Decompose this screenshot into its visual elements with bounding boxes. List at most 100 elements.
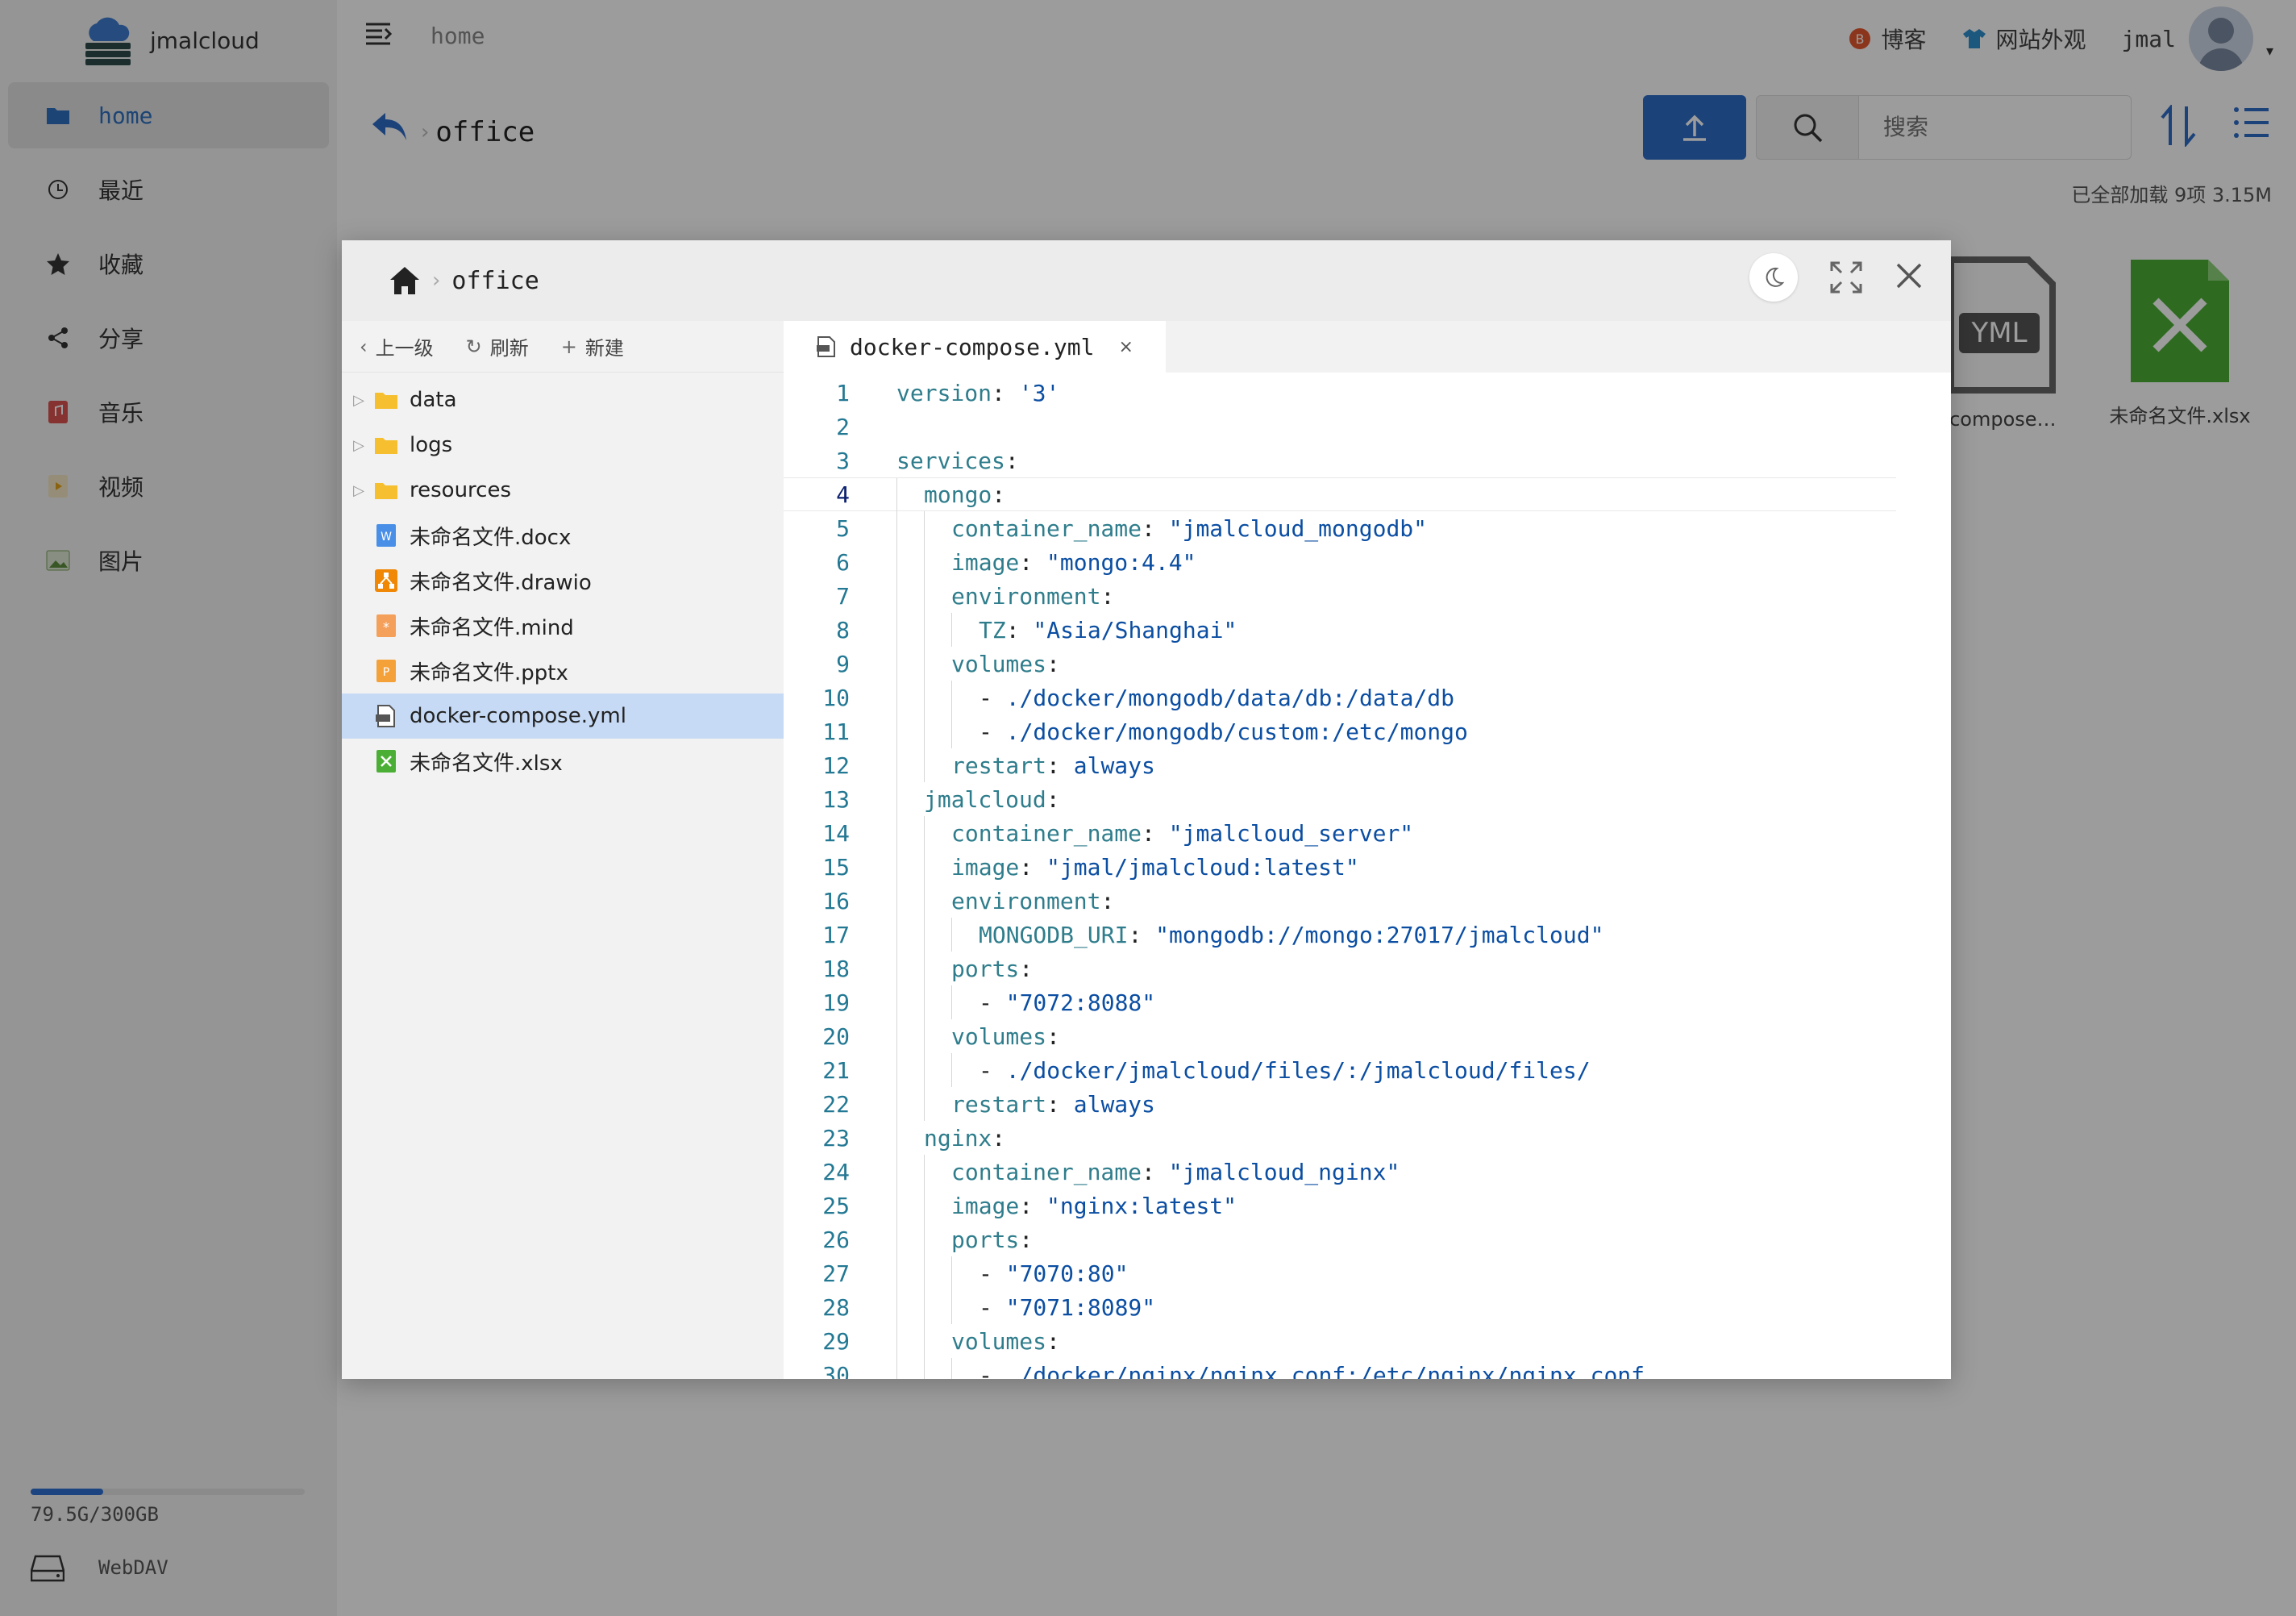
tree-item-label: docker-compose.yml bbox=[410, 704, 626, 728]
indent-guide bbox=[924, 714, 925, 748]
code-line[interactable]: 18 ports: bbox=[784, 952, 1896, 985]
code-line[interactable]: 23 nginx: bbox=[784, 1121, 1896, 1155]
line-number: 5 bbox=[836, 514, 850, 542]
code-text: nginx: bbox=[924, 1124, 1006, 1152]
go-up-label: 上一级 bbox=[375, 337, 434, 360]
code-text: jmalcloud: bbox=[924, 785, 1060, 813]
code-line[interactable]: 16 environment: bbox=[784, 884, 1896, 918]
line-number: 21 bbox=[822, 1056, 850, 1084]
tree-item-folder[interactable]: ▷ resources bbox=[342, 468, 784, 513]
indent-guide bbox=[896, 1324, 897, 1358]
caret-right-icon[interactable]: ▷ bbox=[342, 482, 371, 499]
code-line[interactable]: 13 jmalcloud: bbox=[784, 782, 1896, 816]
caret-right-icon[interactable]: ▷ bbox=[342, 392, 371, 409]
line-number: 4 bbox=[836, 481, 850, 508]
code-text: - ./docker/jmalcloud/files/:/jmalcloud/f… bbox=[979, 1056, 1591, 1084]
indent-guide bbox=[896, 714, 897, 748]
code-text: image: "mongo:4.4" bbox=[951, 548, 1196, 576]
indent-guide bbox=[924, 1087, 925, 1121]
code-line[interactable]: 26 ports: bbox=[784, 1222, 1896, 1256]
xlsx-file-icon bbox=[371, 749, 401, 773]
tree-item-docx[interactable]: W 未命名文件.docx bbox=[342, 513, 784, 558]
indent-guide bbox=[896, 1358, 897, 1379]
code-line[interactable]: 3 services: bbox=[784, 444, 1896, 477]
indent-guide bbox=[896, 1189, 897, 1222]
tree-item-folder[interactable]: ▷ logs bbox=[342, 423, 784, 468]
theme-toggle-button[interactable] bbox=[1749, 253, 1798, 302]
dialog-header: › office bbox=[342, 240, 1951, 321]
code-line[interactable]: 15 image: "jmal/jmalcloud:latest" bbox=[784, 850, 1896, 884]
indent-guide bbox=[924, 816, 925, 850]
code-line[interactable]: 5 container_name: "jmalcloud_mongodb" bbox=[784, 511, 1896, 545]
code-text: MONGODB_URI: "mongodb://mongo:27017/jmal… bbox=[979, 921, 1604, 948]
code-editor: docker-compose.yml × 1 version: '3' 2 3 serv… bbox=[784, 321, 1951, 1379]
indent-guide bbox=[896, 478, 897, 512]
indent-guide bbox=[896, 545, 897, 579]
code-line[interactable]: 17 MONGODB_URI: "mongodb://mongo:27017/jm… bbox=[784, 918, 1896, 952]
indent-guide bbox=[896, 1053, 897, 1087]
code-line[interactable]: 28 - "7071:8089" bbox=[784, 1290, 1896, 1324]
caret-right-icon[interactable]: ▷ bbox=[342, 437, 371, 454]
code-text: image: "jmal/jmalcloud:latest" bbox=[951, 853, 1359, 881]
refresh-button[interactable]: ↻ 刷新 bbox=[466, 332, 529, 360]
drawio-file-icon bbox=[371, 569, 401, 593]
line-number: 16 bbox=[822, 887, 850, 914]
code-line[interactable]: 19 - "7072:8088" bbox=[784, 985, 1896, 1019]
indent-guide bbox=[951, 1290, 952, 1324]
svg-text:*: * bbox=[383, 619, 389, 635]
tab-docker-compose[interactable]: docker-compose.yml × bbox=[784, 321, 1166, 373]
tree-item-mind[interactable]: * 未命名文件.mind bbox=[342, 603, 784, 648]
code-line[interactable]: 22 restart: always bbox=[784, 1087, 1896, 1121]
indent-guide bbox=[896, 647, 897, 681]
code-line[interactable]: 30 - ./docker/nginx/nginx.conf:/etc/nginx… bbox=[784, 1358, 1896, 1379]
indent-guide bbox=[924, 952, 925, 985]
close-icon[interactable] bbox=[1895, 261, 1924, 294]
folder-file-icon bbox=[371, 390, 401, 410]
code-line[interactable]: 12 restart: always bbox=[784, 748, 1896, 782]
fullscreen-icon[interactable] bbox=[1828, 260, 1864, 298]
code-line[interactable]: 4 mongo: bbox=[784, 477, 1896, 512]
code-line[interactable]: 9 volumes: bbox=[784, 647, 1896, 681]
indent-guide bbox=[924, 545, 925, 579]
home-icon[interactable] bbox=[389, 265, 421, 296]
indent-guide bbox=[896, 1155, 897, 1189]
indent-guide bbox=[924, 1324, 925, 1358]
breadcrumb-separator: › bbox=[432, 269, 441, 293]
dialog-breadcrumb-current[interactable]: office bbox=[451, 267, 539, 295]
tree-item-xlsx[interactable]: 未命名文件.xlsx bbox=[342, 739, 784, 784]
tree-item-pptx[interactable]: P 未命名文件.pptx bbox=[342, 648, 784, 693]
tab-close-icon[interactable]: × bbox=[1118, 337, 1133, 357]
tree-item-drawio[interactable]: 未命名文件.drawio bbox=[342, 558, 784, 603]
line-number: 2 bbox=[836, 413, 850, 440]
code-line[interactable]: 25 image: "nginx:latest" bbox=[784, 1189, 1896, 1222]
code-line[interactable]: 27 - "7070:80" bbox=[784, 1256, 1896, 1290]
go-up-button[interactable]: ‹ 上一级 bbox=[360, 332, 434, 360]
indent-guide bbox=[896, 1222, 897, 1256]
code-line[interactable]: 20 volumes: bbox=[784, 1019, 1896, 1053]
tree-item-yml[interactable]: docker-compose.yml bbox=[342, 693, 784, 739]
indent-guide bbox=[896, 884, 897, 918]
indent-guide bbox=[924, 884, 925, 918]
new-button[interactable]: + 新建 bbox=[561, 332, 624, 360]
code-line[interactable]: 8 TZ: "Asia/Shanghai" bbox=[784, 613, 1896, 647]
code-area[interactable]: 1 version: '3' 2 3 services: 4 mongo: 5 containe… bbox=[784, 373, 1951, 1379]
code-line[interactable]: 2 bbox=[784, 410, 1896, 444]
indent-guide bbox=[896, 579, 897, 613]
code-line[interactable]: 14 container_name: "jmalcloud_server" bbox=[784, 816, 1896, 850]
code-line[interactable]: 6 image: "mongo:4.4" bbox=[784, 545, 1896, 579]
indent-guide bbox=[924, 1155, 925, 1189]
code-line[interactable]: 24 container_name: "jmalcloud_nginx" bbox=[784, 1155, 1896, 1189]
dialog-breadcrumb: › office bbox=[389, 258, 539, 303]
indent-guide bbox=[896, 1290, 897, 1324]
code-line[interactable]: 1 version: '3' bbox=[784, 376, 1896, 410]
indent-guide bbox=[924, 647, 925, 681]
code-text: ports: bbox=[951, 955, 1034, 982]
code-line[interactable]: 11 - ./docker/mongodb/custom:/etc/mongo bbox=[784, 714, 1896, 748]
code-text: - "7072:8088" bbox=[979, 989, 1156, 1016]
code-line[interactable]: 29 volumes: bbox=[784, 1324, 1896, 1358]
code-line[interactable]: 21 - ./docker/jmalcloud/files/:/jmalcloud… bbox=[784, 1053, 1896, 1087]
code-line[interactable]: 10 - ./docker/mongodb/data/db:/data/db bbox=[784, 681, 1896, 714]
code-line[interactable]: 7 environment: bbox=[784, 579, 1896, 613]
indent-guide bbox=[896, 511, 897, 545]
tree-item-folder[interactable]: ▷ data bbox=[342, 377, 784, 423]
